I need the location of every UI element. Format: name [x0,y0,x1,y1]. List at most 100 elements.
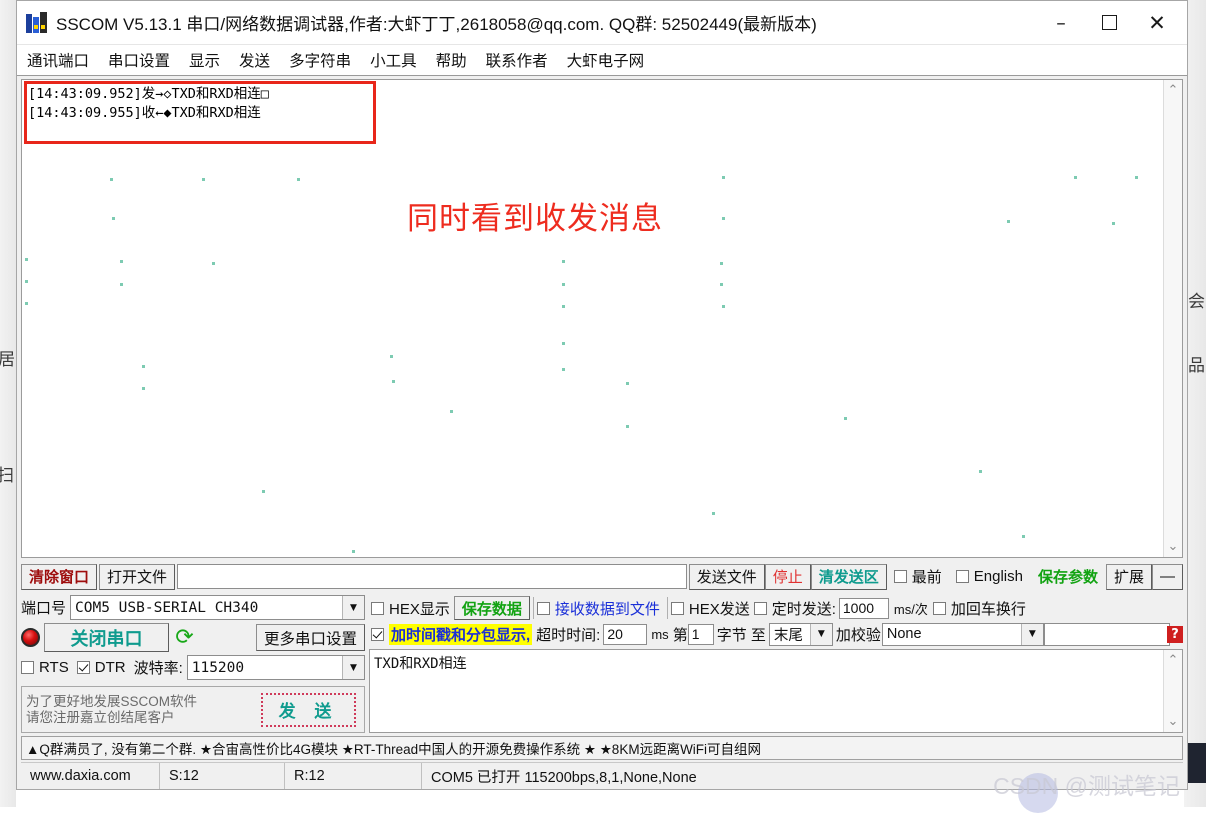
clear-send-area-button[interactable]: 清发送区 [810,563,887,590]
checksum-label: 加校验 [835,626,881,644]
byte-start-input[interactable]: 1 [687,623,714,645]
minimize-button[interactable]: – [1037,1,1085,44]
menu-item-daxia-website[interactable]: 大虾电子网 [567,49,645,71]
watermark-circle [1018,773,1058,813]
timeout-unit-label: ms [651,626,669,642]
hex-send-checkbox[interactable]: HEX发送 [670,598,754,619]
menu-bar: 通讯端口 串口设置 显示 发送 多字符串 小工具 帮助 联系作者 大虾电子网 [17,45,1187,76]
more-serial-settings-button[interactable]: 更多串口设置 [255,624,365,651]
send-button[interactable]: 发 送 [261,692,356,727]
dtr-checkbox-box[interactable] [76,661,90,674]
port-select[interactable]: COM5 USB-SERIAL CH340 ▼ [70,595,365,620]
timestamp-checkbox-box[interactable] [371,627,384,641]
menu-item-comm-port[interactable]: 通讯端口 [27,49,89,71]
window-title: SSCOM V5.13.1 串口/网络数据调试器,作者:大虾丁丁,2618058… [56,15,817,34]
hex-display-checkbox[interactable]: HEX显示 [369,598,454,619]
background-glyph: 会 [1188,292,1205,312]
settings-area: 端口号 COM5 USB-SERIAL CH340 ▼ 关闭串口 ⟳ 更多串口设… [21,595,1183,733]
port-settings-column: 端口号 COM5 USB-SERIAL CH340 ▼ 关闭串口 ⟳ 更多串口设… [21,595,365,733]
promo-panel: 为了更好地发展SSCOM软件 请您注册嘉立创结尾客户 发 送 [21,686,365,733]
baud-rate-label: 波特率: [133,660,183,677]
menu-item-multi-string[interactable]: 多字符串 [289,49,351,71]
timestamp-checkbox[interactable]: 加时间戳和分包显示, [369,623,536,645]
english-checkbox-box[interactable] [955,570,969,583]
help-icon[interactable]: ? [1167,625,1183,643]
topmost-label: 最前 [911,569,942,586]
refresh-ports-icon[interactable]: ⟳ [173,626,196,649]
chevron-down-icon[interactable]: ▼ [342,656,364,679]
background-glyph: 居 [0,350,15,370]
maximize-button[interactable] [1085,1,1133,44]
save-data-button[interactable]: 保存数据 [453,596,530,620]
byte-end-select[interactable]: 末尾 ▼ [768,622,833,646]
hex-send-checkbox-box[interactable] [670,601,684,615]
chevron-down-icon[interactable]: ▼ [342,596,364,619]
file-path-input[interactable] [177,564,687,589]
close-port-button[interactable]: 关闭串口 [44,623,169,652]
menu-item-serial-settings[interactable]: 串口设置 [108,49,170,71]
english-label: English [973,568,1023,585]
checksum-select[interactable]: None ▼ [881,622,1044,646]
append-crlf-label: 加回车换行 [950,600,1026,618]
receive-text-area[interactable]: [14:43:09.952]发→◇TXD和RXD相连□ [14:43:09.95… [22,80,1163,557]
menu-item-contact-author[interactable]: 联系作者 [486,49,548,71]
close-button[interactable]: ✕ [1133,1,1187,44]
receive-to-file-checkbox-box[interactable] [536,601,550,615]
menu-item-tools[interactable]: 小工具 [370,49,417,71]
open-file-button[interactable]: 打开文件 [99,563,176,590]
send-text-area[interactable]: TXD和RXD相连 [370,650,1163,732]
timeout-input[interactable]: 20 [603,623,648,645]
english-checkbox[interactable]: English [949,568,1030,585]
status-received-count: R:12 [285,763,422,789]
checksum-extra-input[interactable] [1043,622,1170,646]
menu-item-send[interactable]: 发送 [239,49,270,71]
append-crlf-checkbox[interactable]: 加回车换行 [932,598,1026,619]
hex-display-label: HEX显示 [389,600,450,618]
status-website[interactable]: www.daxia.com [21,763,160,789]
send-scrollbar[interactable]: ⌃ ⌄ [1163,650,1182,732]
timed-send-checkbox-box[interactable] [753,601,767,615]
append-crlf-checkbox-box[interactable] [932,601,946,615]
scroll-up-icon[interactable]: ⌃ [1168,80,1179,101]
topmost-checkbox-box[interactable] [893,570,907,583]
chevron-down-icon[interactable]: ▼ [1020,623,1043,645]
send-file-button[interactable]: 发送文件 [688,563,765,590]
hex-display-checkbox-box[interactable] [371,601,384,615]
checksum-value: None [886,626,922,642]
dtr-checkbox[interactable]: DTR [73,659,126,676]
menu-item-help[interactable]: 帮助 [436,49,467,71]
stop-button[interactable]: 停止 [764,563,811,590]
advertisement-bar[interactable]: ▲Q群满员了, 没有第二个群. ★合宙高性价比4G模块 ★RT-Thread中国… [21,736,1183,760]
promo-text: 为了更好地发展SSCOM软件 请您注册嘉立创结尾客户 [26,693,198,725]
baud-rate-select[interactable]: 115200 ▼ [186,655,365,680]
minus-button[interactable]: — [1152,563,1183,590]
window-controls: – ✕ [1037,1,1187,44]
hex-send-label: HEX发送 [688,600,750,618]
rts-checkbox[interactable]: RTS [21,659,69,676]
timed-send-label: 定时发送: [771,600,836,618]
scroll-down-icon[interactable]: ⌄ [1168,711,1179,732]
rts-checkbox-box[interactable] [21,661,34,674]
background-glyph: 品 [1188,356,1205,376]
port-row: 端口号 COM5 USB-SERIAL CH340 ▼ [21,595,365,620]
chevron-down-icon[interactable]: ▼ [809,623,832,645]
receive-to-file-label: 接收数据到文件 [554,600,660,618]
clear-window-button[interactable]: 清除窗口 [21,563,98,590]
background-glyph: 扫 [0,466,14,486]
port-status-led-icon [21,628,40,647]
save-params-button[interactable]: 保存参数 [1029,563,1106,590]
scroll-up-icon[interactable]: ⌃ [1168,650,1179,671]
receive-to-file-checkbox[interactable]: 接收数据到文件 [536,598,664,619]
topmost-checkbox[interactable]: 最前 [887,566,949,587]
scroll-down-icon[interactable]: ⌄ [1168,536,1179,557]
highlight-box-annotation [24,81,376,144]
extend-button[interactable]: 扩展 [1105,563,1152,590]
status-bar: www.daxia.com S:12 R:12 COM5 已打开 115200b… [21,762,1183,789]
byte-range-label: 字节 至 [716,626,766,644]
rts-label: RTS [39,659,69,676]
timed-send-interval-input[interactable]: 1000 [838,597,889,619]
menu-item-display[interactable]: 显示 [189,49,220,71]
timed-send-checkbox[interactable]: 定时发送: [753,598,839,619]
receive-scrollbar[interactable]: ⌃ ⌄ [1163,80,1182,557]
annotation-text: 同时看到收发消息 [407,201,663,236]
